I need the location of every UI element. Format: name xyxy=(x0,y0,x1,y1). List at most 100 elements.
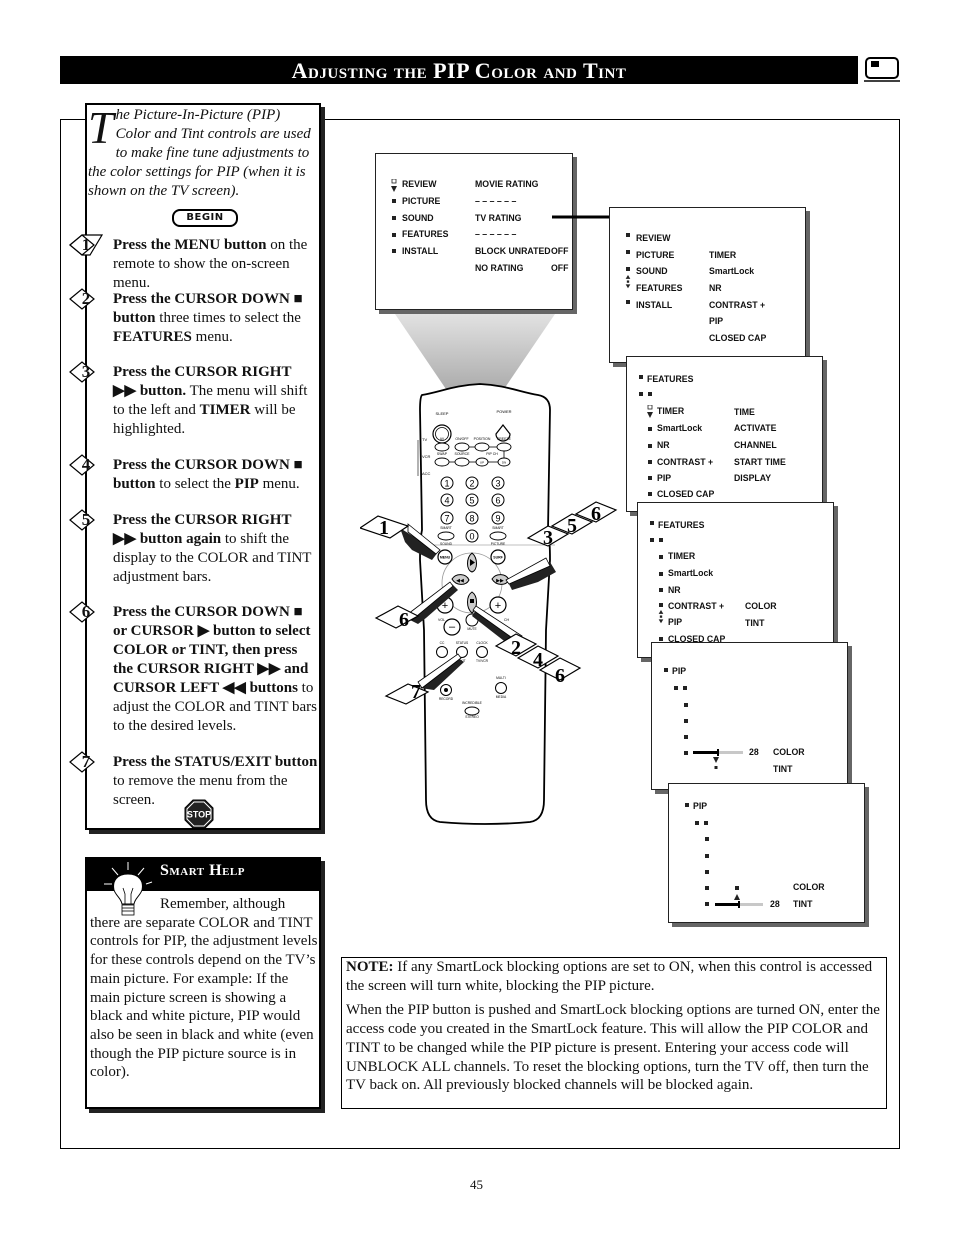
menu-item: TIMER xyxy=(668,551,696,562)
callout-step-1: 1 xyxy=(360,515,410,539)
step-number-badge: 5 xyxy=(68,508,104,532)
svg-text:6: 6 xyxy=(555,665,565,687)
svg-text:3: 3 xyxy=(543,527,553,549)
menu-item: SOUND xyxy=(402,213,434,224)
svg-text:PICTURE: PICTURE xyxy=(491,542,506,546)
begin-badge: BEGIN xyxy=(172,209,238,227)
step-1: 1 Press the MENU button on the remote to… xyxy=(69,234,318,293)
menu-heading: PIP xyxy=(672,666,687,677)
note-text: NOTE: If any SmartLock blocking options … xyxy=(346,958,884,1101)
tv-screen-pip-menu: FEATURES TIMER SmartLock NR CONTRAST + P… xyxy=(637,502,834,658)
menu-item: FEATURES xyxy=(636,283,683,294)
color-value: 28 xyxy=(749,747,759,758)
submenu-item: PIP xyxy=(709,316,724,327)
svg-text:6: 6 xyxy=(591,503,601,525)
menu-item: NR xyxy=(657,440,670,451)
svg-text:RECORD: RECORD xyxy=(439,697,454,701)
submenu-item: COLOR xyxy=(745,601,777,612)
menu-item: PICTURE xyxy=(402,196,441,207)
tint-label: TINT xyxy=(793,899,813,910)
svg-text:◀◀: ◀◀ xyxy=(456,578,464,584)
svg-text:PIP CH: PIP CH xyxy=(486,452,498,456)
svg-text:INCREDIBLE: INCREDIBLE xyxy=(462,701,483,705)
step-4: 4 Press the CURSOR DOWN ■ button to sele… xyxy=(69,454,318,494)
submenu-item: ACTIVATE xyxy=(734,423,777,434)
cc-button[interactable] xyxy=(436,646,448,658)
color-level-slider[interactable] xyxy=(693,749,743,756)
step-6: 6 Press the CURSOR DOWN ■ or CURSOR ▶ bu… xyxy=(69,601,318,736)
step-number-badge: 6 xyxy=(68,600,104,624)
svg-text:6: 6 xyxy=(399,609,409,631)
menu-item: TIMER xyxy=(657,406,685,417)
level-fill xyxy=(715,903,739,906)
smart-sound-button[interactable] xyxy=(437,531,455,541)
page-number: 45 xyxy=(470,1177,483,1192)
submenu-item: DISPLAY xyxy=(734,473,772,484)
svg-text:CH: CH xyxy=(504,618,510,622)
clock-button[interactable] xyxy=(476,646,488,658)
svg-text:MENU: MENU xyxy=(440,556,451,560)
svg-text:9: 9 xyxy=(495,514,500,524)
svg-text:FREEZE: FREEZE xyxy=(497,437,511,441)
svg-text:MEDIA: MEDIA xyxy=(496,695,507,699)
svg-text:1: 1 xyxy=(444,479,449,489)
color-label: COLOR xyxy=(773,747,805,758)
submenu-item: TINT xyxy=(745,618,765,629)
up-down-indicator-icon xyxy=(647,405,653,418)
submenu-item: TIME xyxy=(734,407,755,418)
smart-picture-button[interactable] xyxy=(489,531,507,541)
svg-text:7: 7 xyxy=(444,514,449,524)
svg-text:ACC: ACC xyxy=(422,471,431,476)
drop-cap: T xyxy=(88,102,114,153)
intro-paragraph: he Picture-In-Picture (PIP) Color and Ti… xyxy=(88,107,311,199)
level-fill xyxy=(693,751,718,754)
svg-text:CC: CC xyxy=(440,641,445,645)
svg-text:AV: AV xyxy=(440,437,445,441)
tint-label: TINT xyxy=(773,764,793,775)
step-2-bold: Press the CURSOR DOWN ■ xyxy=(113,291,303,307)
note-label: NOTE: xyxy=(346,959,394,975)
stop-sign-icon: STOP xyxy=(184,799,214,829)
setting-value: OFF xyxy=(551,246,569,257)
svg-text:UP: UP xyxy=(480,461,484,465)
svg-text:7: 7 xyxy=(411,681,421,703)
submenu-item: – – – – – – xyxy=(475,196,517,207)
svg-text:MUTE: MUTE xyxy=(467,627,477,631)
svg-text:▶▶: ▶▶ xyxy=(496,578,504,584)
submenu-item: NO RATING xyxy=(475,263,524,274)
multimedia-button[interactable] xyxy=(495,682,507,694)
step-2: 2 Press the CURSOR DOWN ■ button three ti… xyxy=(69,288,318,347)
svg-text:TV: TV xyxy=(422,437,427,442)
note-paragraph-2: When the PIP button is pushed and SmartL… xyxy=(346,1002,880,1094)
tv-screen-tint-adjust: PIP 28 COLOR TINT xyxy=(668,783,865,923)
submenu-item: SmartLock xyxy=(709,266,755,277)
submenu-item: CONTRAST + xyxy=(709,300,766,311)
svg-text:TV/VCR: TV/VCR xyxy=(476,659,489,663)
incredible-stereo-button[interactable] xyxy=(464,706,480,716)
menu-item: INSTALL xyxy=(636,300,673,311)
submenu-item: CHANNEL xyxy=(734,440,777,451)
up-down-indicator-icon xyxy=(391,179,397,192)
svg-text:SMART: SMART xyxy=(440,526,451,530)
step-5: 5 Press the CURSOR RIGHT ▶▶ button again… xyxy=(69,509,318,587)
svg-text:MULTI: MULTI xyxy=(496,676,506,680)
tint-level-slider[interactable] xyxy=(715,901,763,908)
menu-item: PIP xyxy=(668,617,683,628)
level-marker xyxy=(717,749,719,756)
step-3: 3 Press the CURSOR RIGHT ▶▶ button. The … xyxy=(69,361,318,439)
svg-text:8: 8 xyxy=(469,514,474,524)
smart-help-text: Remember, although there are separate CO… xyxy=(90,896,318,1081)
submenu-item: CLOSED CAP xyxy=(709,333,767,344)
svg-text:–: – xyxy=(449,621,456,633)
menu-heading: PIP xyxy=(693,801,708,812)
menu-item: PIP xyxy=(657,473,672,484)
up-down-indicator-icon xyxy=(625,275,631,289)
page-title: Adjusting the PIP Color and Tint xyxy=(291,58,627,83)
svg-text:6: 6 xyxy=(495,496,500,506)
svg-text:ON/OFF: ON/OFF xyxy=(455,437,468,441)
step-number-badge: 3 xyxy=(68,360,104,384)
step-number-badge: 7 xyxy=(68,750,104,774)
menu-item: SmartLock xyxy=(668,568,714,579)
menu-item: REVIEW xyxy=(402,179,437,190)
svg-text:5: 5 xyxy=(567,515,577,537)
